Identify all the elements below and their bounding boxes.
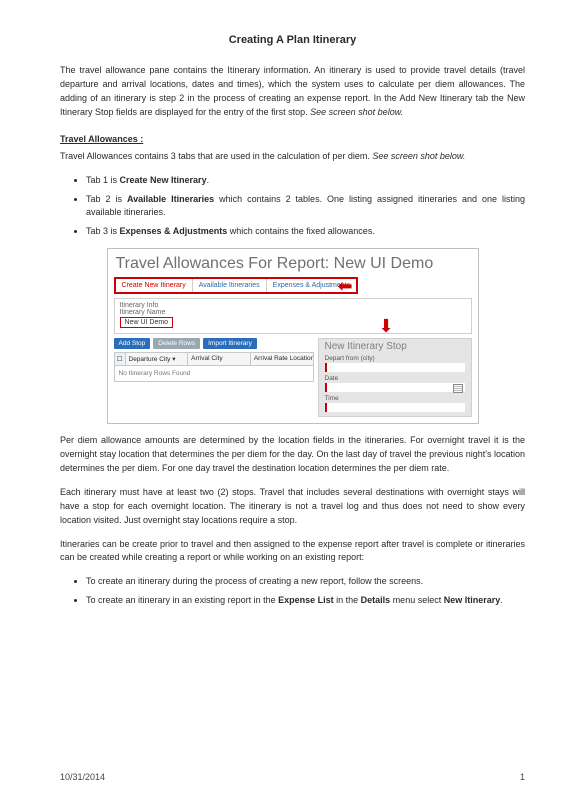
delete-rows-button[interactable]: Delete Rows (153, 338, 200, 349)
grid-header: ☐ Departure City ▾ Arrival City Arrival … (114, 352, 314, 366)
itinerary-info-box: Itinerary Info Itinerary Name New UI Dem… (114, 298, 472, 334)
bullet-tab2: Tab 2 is Available Itineraries which con… (86, 193, 525, 219)
intro-text: The travel allowance pane contains the I… (60, 65, 525, 117)
arrow-left-icon: ⬅ (338, 277, 353, 295)
tab-available-itineraries[interactable]: Available Itineraries (193, 279, 267, 292)
ta-intro-tail: See screen shot below. (372, 151, 465, 161)
field-label-date: Date (325, 375, 465, 382)
section-head-travel-allowances: Travel Allowances : (60, 134, 525, 144)
date-input[interactable] (325, 383, 465, 392)
tabs-bar: Create New Itinerary Available Itinerari… (114, 277, 359, 294)
per-diem-paragraph: Per diem allowance amounts are determine… (60, 434, 525, 476)
col-arrival-rate-location[interactable]: Arrival Rate Location (251, 353, 313, 365)
itinerary-name-label: Itinerary Name (120, 309, 466, 316)
intro-paragraph: The travel allowance pane contains the I… (60, 64, 525, 120)
new-itinerary-stop-heading: New Itinerary Stop (325, 341, 465, 352)
footer-date: 10/31/2014 (60, 772, 105, 782)
stops-paragraph: Each itinerary must have at least two (2… (60, 486, 525, 528)
footer: 10/31/2014 1 (60, 772, 525, 782)
bullet-new-report: To create an itinerary during the proces… (86, 575, 525, 588)
tab-create-new-itinerary[interactable]: Create New Itinerary (116, 279, 193, 292)
footer-page-number: 1 (520, 772, 525, 782)
field-label-depart: Depart from (city) (325, 355, 465, 362)
tabs-bullet-list: Tab 1 is Create New Itinerary. Tab 2 is … (60, 174, 525, 238)
checkbox-header[interactable]: ☐ (115, 353, 126, 365)
bullet-existing-report: To create an itinerary in an existing re… (86, 594, 525, 607)
left-column: Add Stop Delete Rows Import Itinerary ☐ … (114, 338, 314, 417)
itinerary-info-label: Itinerary Info (120, 302, 466, 309)
bullet-tab1: Tab 1 is Create New Itinerary. (86, 174, 525, 187)
button-row: Add Stop Delete Rows Import Itinerary (114, 338, 314, 349)
grid-empty-row: No Itinerary Rows Found (114, 366, 314, 382)
itinerary-name-input[interactable]: New UI Demo (120, 317, 174, 328)
tabs-wrap: Create New Itinerary Available Itinerari… (108, 277, 478, 298)
right-column: ⬇ New Itinerary Stop Depart from (city) … (318, 338, 472, 417)
intro-tail: See screen shot below. (310, 107, 403, 117)
page-title: Creating A Plan Itinerary (60, 34, 525, 46)
document-page: Creating A Plan Itinerary The travel all… (0, 0, 585, 800)
embedded-screenshot: Travel Allowances For Report: New UI Dem… (107, 248, 479, 424)
ta-intro-text: Travel Allowances contains 3 tabs that a… (60, 151, 370, 161)
itineraries-paragraph: Itineraries can be create prior to trave… (60, 538, 525, 566)
depart-from-input[interactable] (325, 363, 465, 372)
col-arrival-city[interactable]: Arrival City (188, 353, 251, 365)
arrow-down-icon: ⬇ (379, 317, 394, 335)
how-to-bullet-list: To create an itinerary during the proces… (60, 575, 525, 607)
add-stop-button[interactable]: Add Stop (114, 338, 151, 349)
import-itinerary-button[interactable]: Import Itinerary (203, 338, 257, 349)
columns: Add Stop Delete Rows Import Itinerary ☐ … (114, 338, 472, 417)
time-input[interactable] (325, 403, 465, 412)
screenshot-title: Travel Allowances For Report: New UI Dem… (108, 249, 478, 277)
col-departure-city[interactable]: Departure City ▾ (126, 353, 189, 365)
field-label-time: Time (325, 395, 465, 402)
ta-intro-paragraph: Travel Allowances contains 3 tabs that a… (60, 150, 525, 164)
bullet-tab3: Tab 3 is Expenses & Adjustments which co… (86, 225, 525, 238)
